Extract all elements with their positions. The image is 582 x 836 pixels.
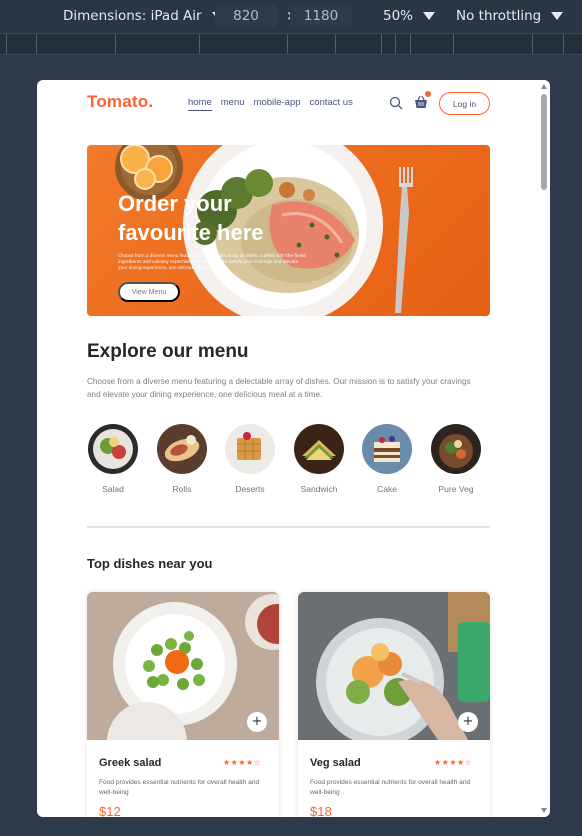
chevron-down-icon bbox=[423, 12, 436, 20]
explore-menu-list: Salad Rolls Deserts Sandwich Cake Pure V… bbox=[87, 424, 497, 499]
chevron-down-icon bbox=[551, 12, 564, 20]
menu-item-image bbox=[225, 424, 275, 474]
zoom-select[interactable]: 50% bbox=[383, 8, 436, 24]
menu-item-label: Pure Veg bbox=[438, 484, 474, 494]
scroll-down-icon[interactable] bbox=[541, 808, 547, 813]
explore-menu-title: Explore our menu bbox=[87, 341, 249, 362]
dimensions-label: Dimensions: iPad Air bbox=[63, 8, 202, 24]
hero-subtitle: Choose from a diverse menu featuring a d… bbox=[118, 253, 307, 270]
food-price: $18 bbox=[310, 804, 332, 817]
menu-item-sandwich[interactable]: Sandwich bbox=[289, 424, 349, 494]
add-to-cart-button[interactable]: + bbox=[458, 712, 478, 732]
hero-title-line1: Order your bbox=[118, 191, 232, 216]
menu-item-label: Cake bbox=[377, 484, 397, 494]
food-card-veg-salad[interactable]: + Veg salad ★★★★☆ Food provides essentia… bbox=[298, 592, 490, 817]
media-query-ruler[interactable] bbox=[0, 33, 582, 55]
zoom-label: 50% bbox=[383, 8, 414, 24]
food-card-greek-salad[interactable]: + Greek salad ★★★★☆ Food provides essent… bbox=[87, 592, 279, 817]
hero-title-line2: favourite here bbox=[118, 220, 264, 245]
nav-home[interactable]: home bbox=[188, 97, 212, 111]
nav-mobile-app[interactable]: mobile-app bbox=[254, 97, 301, 111]
food-price: $12 bbox=[99, 804, 121, 817]
food-name: Veg salad bbox=[310, 757, 361, 769]
devtools-toolbar: Dimensions: iPad Air 820 × 1180 50% No t… bbox=[0, 0, 582, 33]
food-description: Food provides essential nutrients for ov… bbox=[99, 779, 260, 796]
hero-banner: Order your favourite here Choose from a … bbox=[87, 145, 490, 316]
menu-item-salad[interactable]: Salad bbox=[83, 424, 143, 494]
menu-item-label: Sandwich bbox=[300, 484, 338, 494]
top-dishes-title: Top dishes near you bbox=[87, 556, 213, 571]
logo[interactable]: Tomato. bbox=[87, 92, 153, 112]
menu-item-image bbox=[157, 424, 207, 474]
rating-stars-icon: ★★★★☆ bbox=[434, 758, 473, 767]
menu-item-image bbox=[431, 424, 481, 474]
scrollbar[interactable] bbox=[538, 80, 550, 817]
nav-menu[interactable]: menu bbox=[221, 97, 245, 111]
menu-item-image bbox=[362, 424, 412, 474]
menu-item-label: Rolls bbox=[172, 484, 192, 494]
view-menu-button[interactable]: View Menu bbox=[118, 282, 180, 302]
width-input[interactable]: 820 bbox=[215, 5, 277, 27]
throttling-label: No throttling bbox=[456, 8, 542, 24]
hero-title: Order your favourite here bbox=[118, 189, 264, 247]
explore-menu-description: Choose from a diverse menu featuring a d… bbox=[87, 377, 471, 399]
scroll-up-icon[interactable] bbox=[541, 84, 547, 89]
height-input[interactable]: 1180 bbox=[290, 5, 352, 27]
menu-item-image bbox=[88, 424, 138, 474]
menu-item-label: Deserts bbox=[235, 484, 265, 494]
food-description: Food provides essential nutrients for ov… bbox=[310, 779, 471, 796]
nav-contact-us[interactable]: contact us bbox=[310, 97, 353, 111]
menu-item-deserts[interactable]: Deserts bbox=[220, 424, 280, 494]
menu-item-rolls[interactable]: Rolls bbox=[152, 424, 212, 494]
login-button[interactable]: Log in bbox=[439, 92, 490, 115]
add-to-cart-button[interactable]: + bbox=[247, 712, 267, 732]
menu-item-pure-veg[interactable]: Pure Veg bbox=[426, 424, 486, 494]
rating-stars-icon: ★★★★☆ bbox=[223, 758, 262, 767]
device-dimensions-select[interactable]: Dimensions: iPad Air bbox=[63, 8, 224, 24]
cart-badge-dot bbox=[425, 91, 431, 97]
search-icon[interactable] bbox=[389, 96, 403, 110]
menu-item-cake[interactable]: Cake bbox=[357, 424, 417, 494]
device-viewport: Tomato. home menu mobile-app contact us … bbox=[37, 80, 550, 817]
menu-item-image bbox=[294, 424, 344, 474]
section-divider bbox=[87, 526, 490, 528]
menu-item-label: Salad bbox=[102, 484, 124, 494]
food-name: Greek salad bbox=[99, 757, 162, 769]
throttling-select[interactable]: No throttling bbox=[456, 8, 564, 24]
scrollbar-thumb[interactable] bbox=[541, 94, 547, 190]
navbar-menu: home menu mobile-app contact us bbox=[188, 97, 353, 111]
page: Tomato. home menu mobile-app contact us … bbox=[37, 80, 538, 817]
